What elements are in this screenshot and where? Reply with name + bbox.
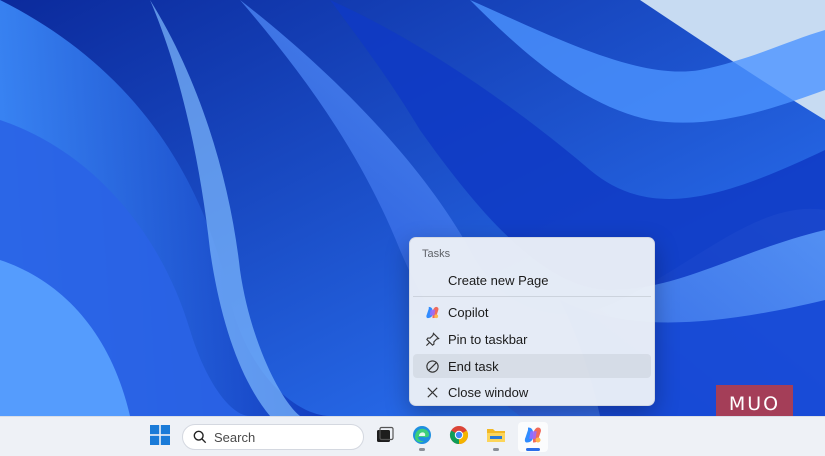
copilot-app-icon [523, 425, 543, 450]
menu-item-label: End task [448, 358, 499, 374]
running-indicator [493, 448, 499, 451]
edge-icon [412, 425, 432, 450]
menu-item-end-task[interactable]: End task [413, 354, 651, 378]
menu-divider [413, 296, 651, 297]
task-view-button[interactable] [370, 422, 400, 452]
menu-header: Tasks [422, 248, 451, 260]
menu-item-label: Create new Page [448, 272, 549, 288]
menu-item-create-new-page[interactable]: Create new Page [413, 268, 651, 292]
chrome-button[interactable] [444, 422, 474, 452]
end-task-icon [424, 358, 440, 374]
file-explorer-button[interactable] [481, 422, 511, 452]
menu-item-pin-to-taskbar[interactable]: Pin to taskbar [413, 327, 651, 351]
taskbar [0, 416, 825, 456]
menu-item-close-window[interactable]: Close window [413, 380, 651, 404]
menu-item-label: Close window [448, 384, 529, 400]
task-view-icon [376, 426, 394, 449]
search-input[interactable] [214, 429, 344, 445]
file-explorer-icon [486, 426, 506, 449]
context-menu: Tasks Create new Page Copilot Pin to tas… [409, 237, 655, 406]
start-icon [150, 424, 170, 450]
search-box[interactable] [182, 424, 364, 450]
menu-item-copilot[interactable]: Copilot [413, 300, 651, 324]
edge-button[interactable] [407, 422, 437, 452]
search-icon [193, 430, 207, 444]
copilot-app-button[interactable] [518, 422, 548, 452]
close-icon [424, 384, 440, 400]
pin-icon [424, 331, 440, 347]
copilot-icon [424, 304, 440, 320]
start-button[interactable] [145, 422, 175, 452]
menu-item-label: Pin to taskbar [448, 331, 528, 347]
active-indicator [526, 448, 540, 451]
chrome-icon [449, 425, 469, 450]
menu-item-label: Copilot [448, 304, 489, 320]
running-indicator [419, 448, 425, 451]
